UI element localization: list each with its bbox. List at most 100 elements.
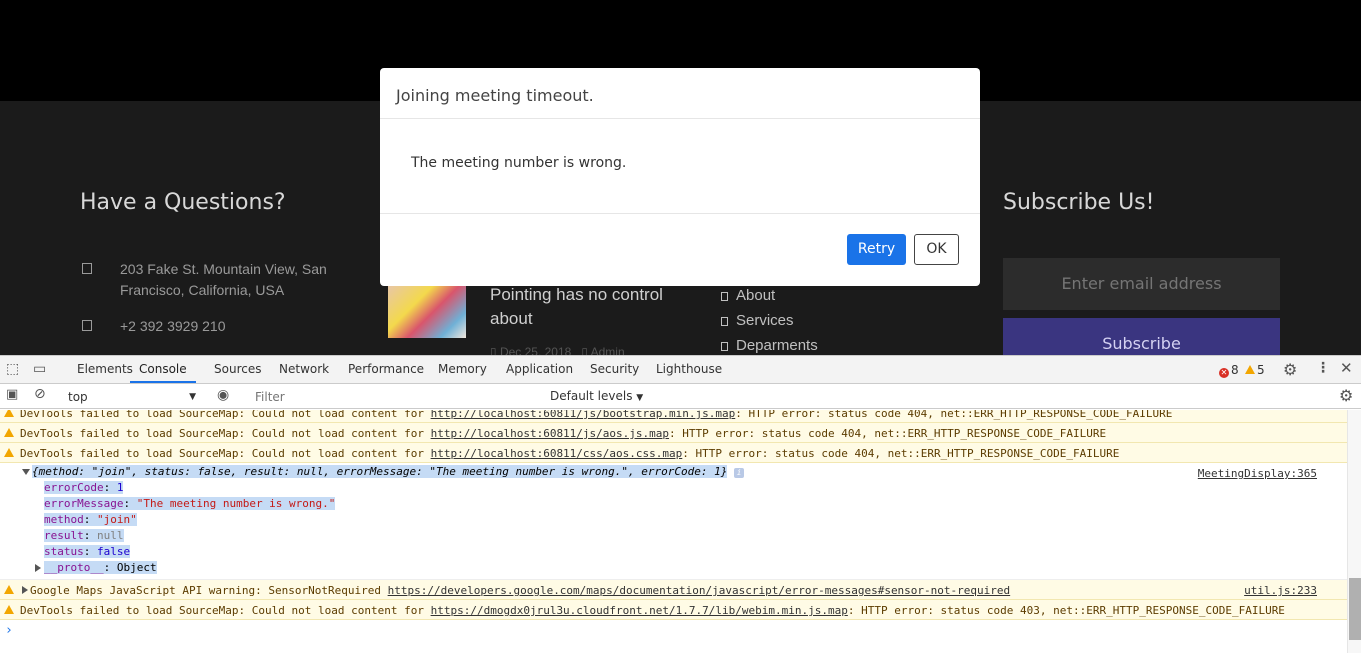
warning-count-badge[interactable]: 5 xyxy=(1245,363,1265,377)
console-object-log: {method: "join", status: false, result: … xyxy=(0,463,1347,580)
console-warning-message: DevTools failed to load SourceMap: Could… xyxy=(0,600,1347,620)
footer-link-label: Deparments xyxy=(736,337,818,354)
info-icon: i xyxy=(734,468,744,478)
map-marker-icon xyxy=(82,263,92,274)
footer-link-services[interactable]: Services xyxy=(721,312,794,329)
sidebar-toggle-icon[interactable]: ▣ xyxy=(6,387,18,402)
console-warning-message: DevTools failed to load SourceMap: Could… xyxy=(0,410,1347,423)
message-link[interactable]: https://dmogdx0jrul3u.cloudfront.net/1.7… xyxy=(431,604,848,617)
tab-security[interactable]: Security xyxy=(590,356,639,383)
devtools-panel: ⬚ ▭ Elements Console Sources Network Per… xyxy=(0,355,1361,653)
device-toolbar-icon[interactable]: ▭ xyxy=(33,361,46,377)
message-text: DevTools failed to load SourceMap: Could… xyxy=(20,427,431,440)
blog-post-meta: ▯ Dec 25, 2018 ▯ Admin xyxy=(490,345,625,355)
blog-post-date: Dec 25, 2018 xyxy=(499,345,572,355)
object-property: result: null xyxy=(44,529,124,542)
message-text: : HTTP error: status code 404, net::ERR_… xyxy=(669,427,1107,440)
tab-elements[interactable]: Elements xyxy=(77,356,133,383)
settings-gear-icon[interactable]: ⚙ xyxy=(1283,360,1297,379)
collapse-triangle-icon[interactable] xyxy=(22,469,30,475)
chevron-icon xyxy=(721,342,728,351)
dialog-header: Joining meeting timeout. xyxy=(380,68,980,119)
console-settings-gear-icon[interactable]: ⚙ xyxy=(1339,386,1353,405)
dialog-message: The meeting number is wrong. xyxy=(411,155,627,171)
console-warning-message: Google Maps JavaScript API warning: Sens… xyxy=(0,580,1347,600)
tab-console[interactable]: Console xyxy=(130,356,196,383)
email-input[interactable] xyxy=(1003,258,1280,310)
message-text: : HTTP error: status code 404, net::ERR_… xyxy=(682,447,1120,460)
tab-sources[interactable]: Sources xyxy=(214,356,261,383)
message-text: : HTTP error: status code 404, net::ERR_… xyxy=(735,410,1173,420)
tab-performance[interactable]: Performance xyxy=(348,356,424,383)
dialog-title: Joining meeting timeout. xyxy=(396,86,594,105)
tab-lighthouse[interactable]: Lighthouse xyxy=(656,356,722,383)
subscribe-heading: Subscribe Us! xyxy=(1003,190,1155,215)
object-property[interactable]: __proto__: Object xyxy=(44,561,157,574)
contact-address: 203 Fake St. Mountain View, San Francisc… xyxy=(120,261,327,298)
warning-icon xyxy=(1245,365,1255,374)
tab-application[interactable]: Application xyxy=(506,356,573,383)
warning-count: 5 xyxy=(1257,363,1265,377)
footer-link-label: About xyxy=(736,287,776,304)
log-levels-dropdown[interactable]: Default levels ▼ xyxy=(550,389,643,403)
devtools-tab-bar: ⬚ ▭ Elements Console Sources Network Per… xyxy=(0,356,1361,384)
message-text: DevTools failed to load SourceMap: Could… xyxy=(20,410,431,420)
warning-icon xyxy=(4,585,14,594)
error-icon: ✕ xyxy=(1219,368,1229,378)
object-property: status: false xyxy=(44,545,131,558)
subscribe-button[interactable]: Subscribe xyxy=(1003,318,1280,355)
object-property: method: "join" xyxy=(44,513,137,526)
blog-post-title[interactable]: Pointing has no control about xyxy=(490,283,680,331)
close-icon[interactable]: ✕ xyxy=(1340,359,1353,377)
console-prompt-chevron-icon[interactable]: › xyxy=(5,623,13,638)
source-link[interactable]: MeetingDisplay:365 xyxy=(1198,467,1317,480)
warning-icon xyxy=(4,410,14,417)
contact-heading: Have a Questions? xyxy=(80,190,286,215)
chevron-icon xyxy=(721,317,728,326)
object-property: errorMessage: "The meeting number is wro… xyxy=(44,497,336,510)
more-options-icon[interactable]: ⋮ xyxy=(1316,360,1330,376)
console-warning-message: DevTools failed to load SourceMap: Could… xyxy=(0,423,1347,443)
message-text: Google Maps JavaScript API warning: Sens… xyxy=(30,584,388,597)
object-summary[interactable]: {method: "join", status: false, result: … xyxy=(32,465,744,478)
expand-triangle-icon[interactable] xyxy=(22,586,28,594)
expand-triangle-icon[interactable] xyxy=(35,564,41,572)
ok-button[interactable]: OK xyxy=(914,234,959,265)
object-property: errorCode: 1 xyxy=(44,481,124,494)
console-scrollbar[interactable] xyxy=(1347,410,1361,653)
filter-input[interactable] xyxy=(249,387,541,407)
scrollbar-thumb[interactable] xyxy=(1349,578,1361,640)
live-expression-eye-icon[interactable]: ◉ xyxy=(217,387,229,403)
warning-icon xyxy=(4,428,14,437)
message-link[interactable]: http://localhost:60811/js/aos.js.map xyxy=(431,427,669,440)
retry-button[interactable]: Retry xyxy=(847,234,906,265)
contact-phone: +2 392 3929 210 xyxy=(120,318,226,334)
message-link[interactable]: https://developers.google.com/maps/docum… xyxy=(388,584,1011,597)
warning-icon xyxy=(4,448,14,457)
inspect-element-icon[interactable]: ⬚ xyxy=(6,361,19,377)
context-selector[interactable]: top ▼ xyxy=(62,388,200,406)
footer-link-label: Services xyxy=(736,312,794,329)
message-text: DevTools failed to load SourceMap: Could… xyxy=(20,447,431,460)
blog-thumbnail[interactable] xyxy=(388,285,466,338)
message-text: DevTools failed to load SourceMap: Could… xyxy=(20,604,431,617)
console-warning-message: DevTools failed to load SourceMap: Could… xyxy=(0,443,1347,463)
context-value: top xyxy=(68,390,88,404)
error-count-badge[interactable]: ✕ 8 xyxy=(1219,363,1239,378)
footer-link-departments[interactable]: Deparments xyxy=(721,337,818,354)
console-output: DevTools failed to load SourceMap: Could… xyxy=(0,410,1347,653)
clear-console-icon[interactable]: ⊘ xyxy=(34,386,46,402)
dropdown-arrow-icon: ▼ xyxy=(189,392,196,402)
dropdown-arrow-icon: ▼ xyxy=(636,393,644,403)
meeting-timeout-dialog: Joining meeting timeout. The meeting num… xyxy=(380,68,980,286)
chevron-icon xyxy=(721,292,728,301)
log-levels-label: Default levels xyxy=(550,389,633,403)
footer-link-about[interactable]: About xyxy=(721,287,775,304)
source-link[interactable]: util.js:233 xyxy=(1244,584,1317,597)
message-link[interactable]: http://localhost:60811/css/aos.css.map xyxy=(431,447,683,460)
message-text: : HTTP error: status code 403, net::ERR_… xyxy=(847,604,1285,617)
tab-memory[interactable]: Memory xyxy=(438,356,487,383)
tab-network[interactable]: Network xyxy=(279,356,329,383)
phone-icon xyxy=(82,320,92,331)
message-link[interactable]: http://localhost:60811/js/bootstrap.min.… xyxy=(431,410,736,420)
